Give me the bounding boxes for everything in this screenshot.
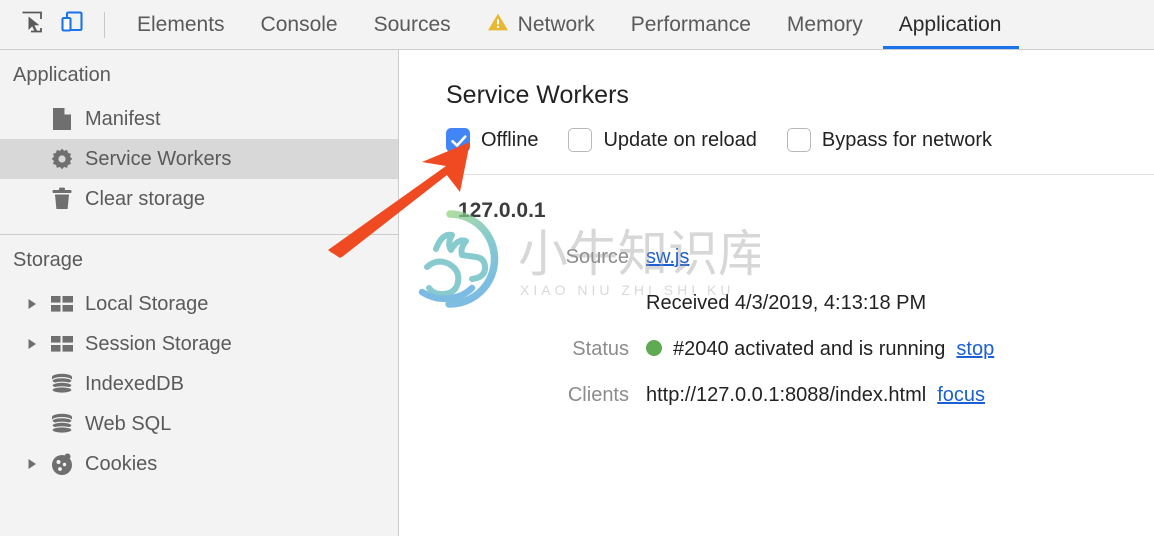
database-icon: [50, 373, 74, 395]
tab-performance[interactable]: Performance: [613, 0, 769, 49]
sidebar-item-label: Cookies: [85, 452, 158, 475]
database-icon: [50, 413, 74, 435]
status-value-group: #2040 activated and is running stop: [646, 338, 994, 361]
tab-label: Performance: [630, 12, 751, 36]
sidebar-item-label: Local Storage: [85, 292, 209, 315]
sidebar-item-local-storage[interactable]: Local Storage: [0, 284, 398, 324]
trash-icon: [50, 187, 74, 211]
tab-elements[interactable]: Elements: [119, 0, 243, 49]
status-text: #2040 activated and is running: [673, 338, 946, 360]
sidebar-item-session-storage[interactable]: Session Storage: [0, 324, 398, 364]
document-icon: [50, 107, 74, 131]
tab-label: Sources: [373, 12, 451, 36]
devtools-toolbar: Elements Console Sources Network Perform…: [0, 0, 1154, 50]
received-row: Received 4/3/2019, 4:13:18 PM: [400, 292, 1154, 315]
tab-label: Elements: [137, 12, 225, 36]
tab-network[interactable]: Network: [469, 0, 613, 49]
sidebar-item-clear-storage[interactable]: Clear storage: [0, 179, 398, 219]
service-workers-panel: Service Workers Offline Update on reload…: [400, 50, 1154, 536]
source-value: sw.js: [646, 246, 689, 269]
bypass-for-network-label: Bypass for network: [821, 128, 992, 151]
table-grid-icon: [50, 334, 74, 354]
offline-checkbox-row[interactable]: Offline: [446, 128, 538, 152]
sidebar-item-label: Manifest: [85, 107, 161, 130]
sidebar-item-label: Web SQL: [85, 412, 172, 435]
device-toolbar-icon: [58, 8, 86, 41]
source-row: Source sw.js: [400, 246, 1154, 269]
source-key: Source: [565, 246, 629, 268]
clients-row: Clients http://127.0.0.1:8088/index.html…: [400, 384, 1154, 407]
chevron-right-icon[interactable]: [26, 298, 39, 310]
cookie-icon: [50, 452, 74, 476]
clients-value-group: http://127.0.0.1:8088/index.html focus: [646, 384, 985, 407]
status-indicator-dot: [646, 340, 662, 356]
chevron-right-icon[interactable]: [26, 458, 39, 470]
offline-label: Offline: [481, 128, 539, 151]
application-sidebar: Application Manifest Service Workers Cle…: [0, 50, 399, 536]
sidebar-item-manifest[interactable]: Manifest: [0, 99, 398, 139]
gear-icon: [50, 147, 74, 171]
sidebar-item-service-workers[interactable]: Service Workers: [0, 139, 398, 179]
status-key: Status: [572, 338, 629, 360]
table-grid-icon: [50, 294, 74, 314]
tab-console[interactable]: Console: [243, 0, 356, 49]
sidebar-section-application-title: Application: [13, 64, 111, 86]
received-value: Received 4/3/2019, 4:13:18 PM: [646, 292, 927, 314]
tab-label: Application: [898, 12, 1002, 36]
source-file-link[interactable]: sw.js: [646, 246, 689, 269]
sidebar-item-label: IndexedDB: [85, 372, 184, 395]
focus-link[interactable]: focus: [937, 384, 985, 407]
page-title: Service Workers: [446, 81, 629, 109]
sidebar-item-label: Clear storage: [85, 187, 206, 210]
client-url: http://127.0.0.1:8088/index.html: [646, 384, 927, 406]
service-worker-options-bar: Offline Update on reload Bypass for netw…: [446, 128, 1154, 152]
stop-link[interactable]: stop: [956, 338, 994, 361]
toggle-device-toolbar-button[interactable]: [52, 5, 92, 45]
status-row: Status #2040 activated and is running st…: [400, 338, 1154, 361]
sidebar-item-label: Session Storage: [85, 332, 232, 355]
service-worker-record: 127.0.0.1 Source sw.js Received 4/3/2019…: [400, 199, 1154, 407]
update-on-reload-checkbox[interactable]: [568, 128, 593, 152]
bypass-for-network-checkbox-row[interactable]: Bypass for network: [786, 128, 992, 152]
options-divider: [446, 174, 1154, 175]
sidebar-section-storage-title: Storage: [13, 249, 84, 271]
sidebar-item-indexeddb[interactable]: IndexedDB: [0, 364, 398, 404]
inspect-cursor-icon: [19, 9, 45, 40]
service-worker-origin: 127.0.0.1: [458, 199, 546, 222]
clients-key: Clients: [567, 384, 629, 406]
sidebar-item-label: Service Workers: [85, 147, 232, 170]
tab-label: Memory: [786, 12, 863, 36]
tab-sources[interactable]: Sources: [356, 0, 469, 49]
sidebar-item-cookies[interactable]: Cookies: [0, 444, 398, 484]
tab-memory[interactable]: Memory: [769, 0, 881, 49]
update-on-reload-label: Update on reload: [603, 128, 757, 151]
chevron-right-icon[interactable]: [26, 338, 39, 350]
warning-triangle-icon: [487, 12, 509, 38]
offline-checkbox[interactable]: [446, 128, 470, 152]
tab-label: Console: [260, 12, 338, 36]
sidebar-item-web-sql[interactable]: Web SQL: [0, 404, 398, 444]
bypass-for-network-checkbox[interactable]: [786, 128, 811, 152]
inspect-element-button[interactable]: [12, 5, 52, 45]
update-on-reload-checkbox-row[interactable]: Update on reload: [568, 128, 757, 152]
toolbar-divider: [104, 11, 105, 38]
tab-application[interactable]: Application: [881, 0, 1020, 49]
tab-label: Network: [517, 12, 595, 36]
